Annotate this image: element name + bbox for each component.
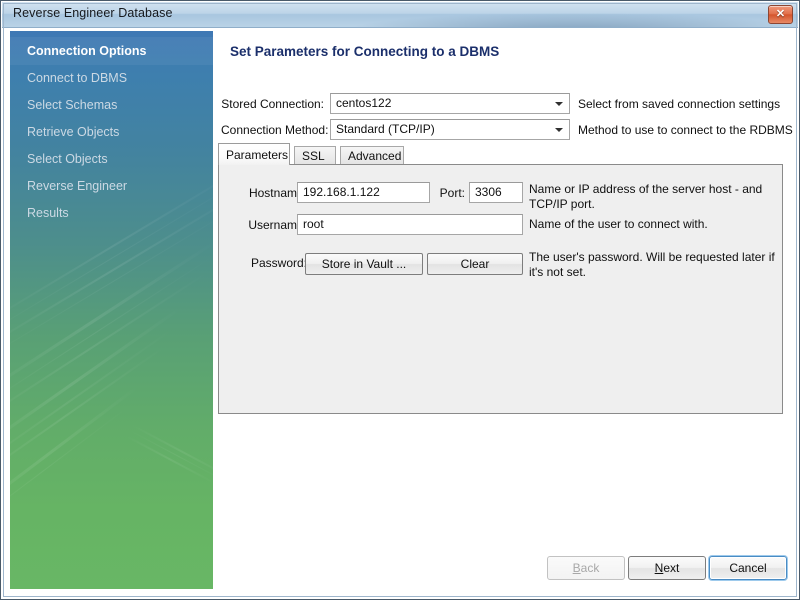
sidebar-item-label: Select Objects — [27, 152, 108, 166]
sidebar-swoosh-line — [10, 239, 213, 406]
back-button-label: ack — [580, 561, 600, 575]
back-button[interactable]: Back — [547, 556, 625, 580]
client-area: Connection Options Connect to DBMS Select … — [5, 29, 795, 595]
sidebar-swoosh-line — [10, 253, 213, 419]
tab-label: Parameters — [226, 147, 289, 162]
sidebar-item-label: Retrieve Objects — [27, 125, 120, 139]
sidebar-swoosh-line — [10, 384, 140, 526]
connection-method-select[interactable]: Standard (TCP/IP) — [330, 119, 570, 140]
next-button[interactable]: Next — [628, 556, 706, 580]
sidebar-item-label: Reverse Engineer — [27, 179, 128, 193]
hostname-label: Hostname: — [248, 186, 307, 200]
tab-advanced[interactable]: Advanced — [340, 146, 404, 164]
stored-connection-value: centos122 — [336, 96, 392, 110]
sidebar-item-label: Select Schemas — [27, 98, 118, 112]
sidebar-swoosh-line — [127, 429, 213, 482]
sidebar-item-results[interactable]: Results — [10, 199, 213, 227]
next-button-label: ext — [663, 561, 680, 575]
connection-method-hint: Method to use to connect to the RDBMS — [578, 123, 793, 137]
hostname-value: 192.168.1.122 — [303, 185, 380, 199]
stored-connection-hint: Select from saved connection settings — [578, 97, 781, 111]
tab-strip: Parameters SSL Advanced — [218, 143, 783, 165]
sidebar-item-retrieve-objects[interactable]: Retrieve Objects — [10, 118, 213, 146]
port-label: Port: — [439, 186, 465, 200]
sidebar-item-select-schemas[interactable]: Select Schemas — [10, 91, 213, 119]
sidebar-item-select-objects[interactable]: Select Objects — [10, 145, 213, 173]
connection-method-label: Connection Method: — [221, 123, 329, 137]
close-icon: ✕ — [775, 8, 786, 20]
tab-label: SSL — [302, 148, 325, 163]
clear-password-button[interactable]: Clear — [427, 253, 523, 275]
port-value: 3306 — [475, 185, 502, 199]
sidebar-swoosh-line — [10, 404, 132, 539]
sidebar-item-label: Results — [27, 206, 69, 220]
title-bar: Reverse Engineer Database ✕ — [2, 2, 798, 28]
stored-connection-label: Stored Connection: — [221, 97, 324, 111]
chevron-down-icon — [549, 120, 568, 139]
page-title: Set Parameters for Connecting to a DBMS — [230, 44, 500, 59]
close-button[interactable]: ✕ — [768, 5, 793, 24]
main-panel: Set Parameters for Connecting to a DBMS … — [213, 31, 793, 589]
hostname-input[interactable]: 192.168.1.122 — [297, 182, 430, 203]
back-button-mnemonic: B — [572, 561, 581, 575]
application-window: Reverse Engineer Database ✕ Connection O… — [0, 0, 800, 600]
connection-method-value: Standard (TCP/IP) — [336, 122, 435, 136]
sidebar-item-connection-options[interactable]: Connection Options — [10, 37, 213, 65]
sidebar-item-reverse-engineer[interactable]: Reverse Engineer — [10, 172, 213, 200]
port-input[interactable]: 3306 — [469, 182, 523, 203]
sidebar-swoosh-line — [10, 306, 183, 464]
username-input[interactable]: root — [297, 214, 523, 235]
stored-connection-select[interactable]: centos122 — [330, 93, 570, 114]
sidebar-swoosh-line — [129, 423, 213, 481]
username-value: root — [303, 217, 324, 231]
tab-ssl[interactable]: SSL — [294, 146, 336, 164]
parameters-tab-panel: Hostname: 192.168.1.122 Port: 3306 Name … — [218, 164, 783, 414]
sidebar-swoosh-line — [10, 328, 174, 479]
tab-parameters[interactable]: Parameters — [218, 143, 290, 165]
store-in-vault-button[interactable]: Store in Vault ... — [305, 253, 423, 275]
sidebar-item-label: Connection Options — [27, 44, 147, 58]
sidebar-item-label: Connect to DBMS — [27, 71, 128, 85]
password-label: Password: — [250, 256, 307, 270]
password-description: The user's password. Will be requested l… — [529, 250, 775, 279]
sidebar-item-connect-to-dbms[interactable]: Connect to DBMS — [10, 64, 213, 92]
hostname-description: Name or IP address of the server host - … — [529, 182, 763, 211]
username-description: Name of the user to connect with. — [529, 217, 708, 231]
chevron-down-icon — [549, 94, 568, 113]
sidebar-swoosh-line — [10, 202, 213, 368]
cancel-button[interactable]: Cancel — [709, 556, 787, 580]
username-label: Username: — [248, 218, 307, 232]
window-title: Reverse Engineer Database — [13, 6, 173, 20]
sidebar-swoosh-line — [125, 435, 213, 484]
wizard-step-sidebar: Connection Options Connect to DBMS Select … — [10, 31, 213, 589]
tab-label: Advanced — [348, 148, 402, 163]
sidebar-swoosh-line — [10, 345, 166, 492]
sidebar-swoosh-line — [10, 271, 209, 431]
